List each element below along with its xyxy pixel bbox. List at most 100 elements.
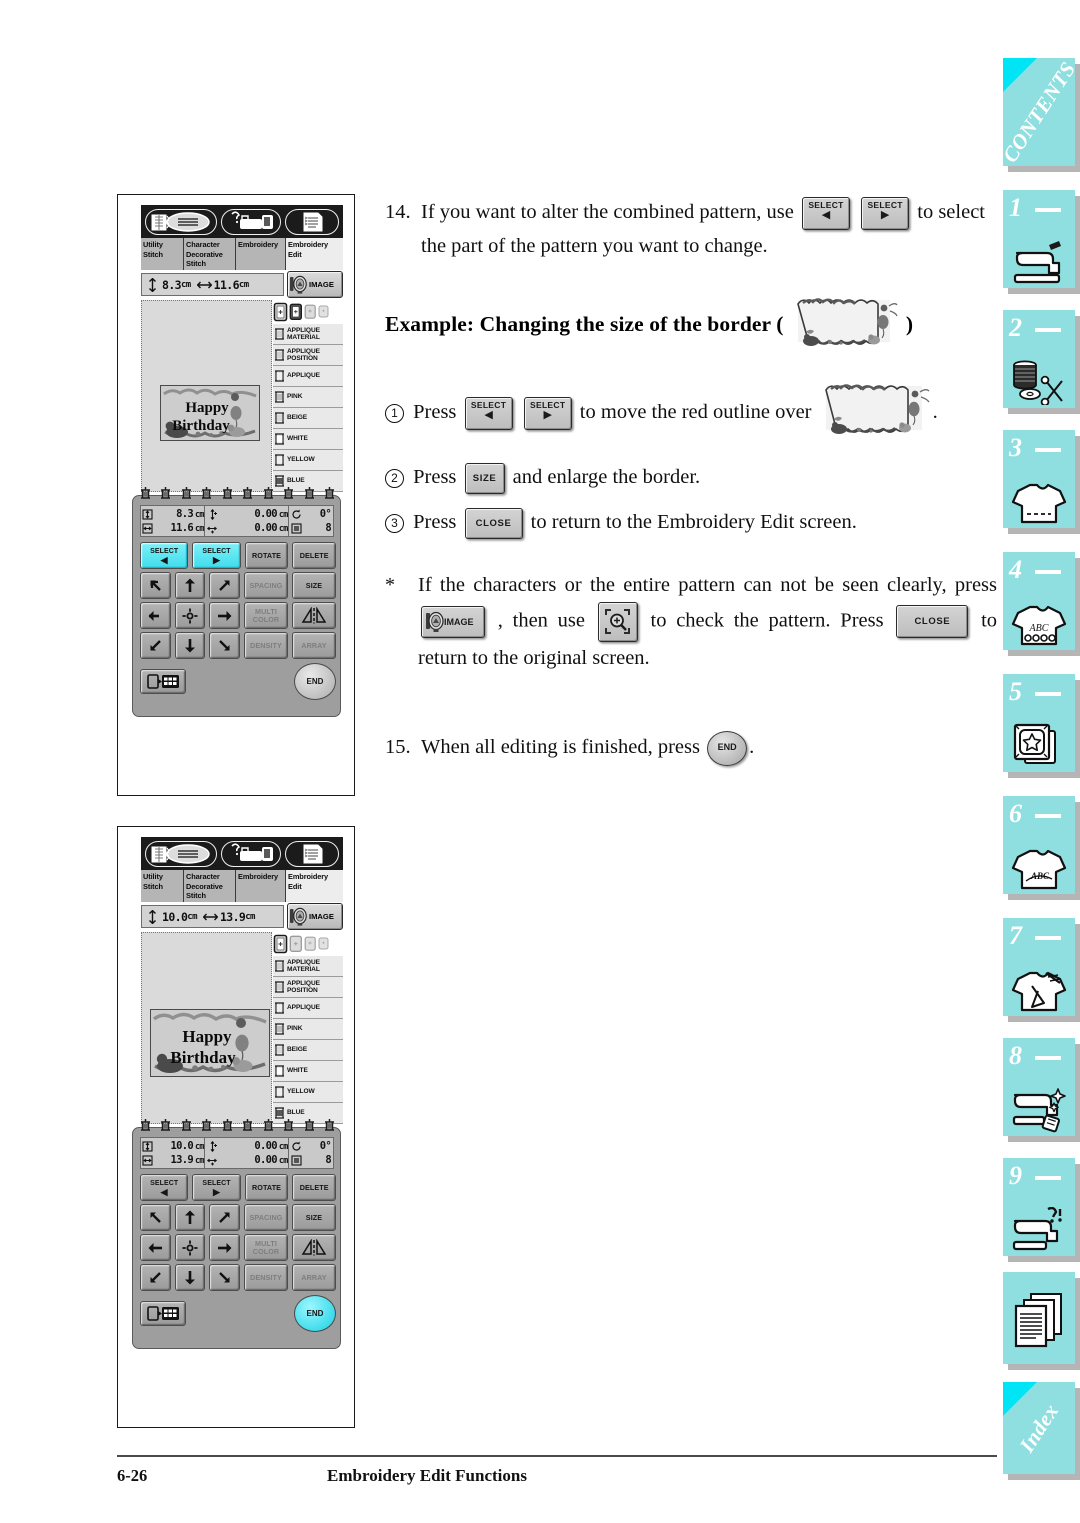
tab-character-decorative-stitch[interactable]: Character Decorative Stitch (184, 870, 236, 902)
panel-size-button[interactable]: SIZE (291, 572, 336, 599)
tab-character-decorative-stitch[interactable]: Character Decorative Stitch (184, 238, 236, 270)
panel-end-button[interactable]: END (294, 1295, 336, 1332)
embroidery-canvas[interactable]: Happy Birthday (141, 300, 272, 492)
panel-move-down-right-button[interactable] (209, 1264, 240, 1291)
tab-utility-stitch[interactable]: Utility Stitch (141, 870, 184, 902)
thread-color-item[interactable]: YELLOW (273, 450, 343, 471)
embroidery-canvas[interactable]: Happy Birthday (141, 932, 272, 1124)
tab-embroidery-edit[interactable]: Embroidery Edit (286, 870, 343, 902)
end-button-inline[interactable]: END (707, 730, 748, 766)
panel-size-button[interactable]: SIZE (291, 1204, 336, 1231)
thread-color-item[interactable]: PINK (273, 1019, 343, 1040)
panel-end-button[interactable]: END (294, 663, 336, 700)
panel-spacing-button[interactable]: SPACING (243, 572, 288, 599)
panel-mirror-button[interactable] (291, 602, 336, 629)
panel-move-up-left-button[interactable] (140, 572, 171, 599)
hoop-size-4-icon[interactable] (318, 937, 330, 951)
panel-select-left-button[interactable]: SELECT ◀ (140, 1174, 189, 1201)
select-left-button-inline[interactable]: SELECT ◀ (802, 196, 850, 230)
sidebar-tab-9[interactable]: 9 (1003, 1158, 1075, 1256)
panel-move-down-right-button[interactable] (209, 632, 240, 659)
lcd-image-button[interactable]: IMAGE (287, 271, 343, 298)
zoom-in-button-inline[interactable] (597, 601, 638, 642)
select-right-button-inline[interactable]: SELECT ▶ (861, 196, 910, 230)
sidebar-tab-5[interactable]: 5 (1003, 674, 1075, 772)
panel-move-left-button[interactable] (140, 1234, 171, 1261)
panel-move-down-button[interactable] (174, 632, 206, 659)
panel-move-right-button[interactable] (209, 602, 240, 629)
panel-select-left-button[interactable]: SELECT ◀ (140, 542, 189, 569)
hoop-size-4-icon[interactable] (318, 305, 330, 319)
panel-array-button[interactable]: ARRAY (291, 632, 336, 659)
settings-list-icon-button[interactable] (285, 840, 339, 867)
pattern-preview-before[interactable]: Happy Birthday (160, 385, 260, 441)
thread-color-item[interactable]: YELLOW (273, 1082, 343, 1103)
sidebar-tab-contents[interactable]: CONTENTS (997, 57, 1080, 166)
panel-center-button[interactable] (174, 1234, 206, 1261)
panel-move-up-right-button[interactable] (209, 1204, 240, 1231)
tab-embroidery[interactable]: Embroidery (236, 870, 286, 902)
thread-color-item[interactable]: BEIGE (273, 1040, 343, 1061)
panel-move-down-button[interactable] (174, 1264, 206, 1291)
close-button-inline-2[interactable]: CLOSE (896, 605, 969, 639)
tab-utility-stitch[interactable]: Utility Stitch (141, 238, 184, 270)
tab-embroidery[interactable]: Embroidery (236, 238, 286, 270)
thread-color-item[interactable]: APPLIQUE MATERIAL (273, 324, 343, 345)
sidebar-tab-4[interactable]: 4 ABC (1003, 552, 1075, 650)
panel-move-down-left-button[interactable] (140, 632, 171, 659)
panel-layout-button[interactable] (140, 669, 186, 694)
panel-move-right-button[interactable] (209, 1234, 240, 1261)
settings-list-icon-button[interactable] (285, 208, 339, 235)
substep-select-right-button[interactable]: SELECT ▶ (523, 396, 572, 430)
panel-move-up-button[interactable] (174, 572, 206, 599)
panel-rotate-button[interactable]: ROTATE (244, 542, 289, 569)
panel-select-right-button[interactable]: SELECT ▶ (192, 542, 241, 569)
panel-move-down-left-button[interactable] (140, 1264, 171, 1291)
tab-embroidery-edit[interactable]: Embroidery Edit (286, 238, 343, 270)
sidebar-tab-appendix[interactable] (1003, 1272, 1075, 1364)
panel-select-right-button[interactable]: SELECT ▶ (192, 1174, 241, 1201)
hoop-size-2-icon[interactable] (289, 303, 303, 321)
machine-help-icon-button[interactable] (221, 208, 281, 235)
panel-density-button[interactable]: DENSITY (243, 1264, 288, 1291)
hoop-size-3-icon[interactable] (304, 936, 317, 952)
panel-array-button[interactable]: ARRAY (291, 1264, 336, 1291)
panel-spacing-button[interactable]: SPACING (243, 1204, 288, 1231)
pattern-preview-after[interactable]: Happy Birthday (150, 1009, 270, 1077)
sidebar-tab-6[interactable]: 6 ABC (1003, 796, 1075, 894)
image-button-inline[interactable]: IMAGE (421, 605, 485, 638)
hoop-size-selector[interactable] (273, 932, 343, 956)
panel-delete-button[interactable]: DELETE (292, 542, 336, 569)
hoop-size-2-icon[interactable] (289, 935, 303, 953)
panel-multi-color-button[interactable]: MULTI COLOR (243, 602, 288, 629)
sidebar-tab-8[interactable]: 8 (1003, 1038, 1075, 1136)
size-button-inline[interactable]: SIZE (464, 462, 505, 494)
hoop-size-3-icon[interactable] (304, 304, 317, 320)
panel-move-up-left-button[interactable] (140, 1204, 171, 1231)
thread-color-item[interactable]: APPLIQUE MATERIAL (273, 956, 343, 977)
thread-color-item[interactable]: WHITE (273, 1061, 343, 1082)
panel-move-up-button[interactable] (174, 1204, 206, 1231)
sidebar-tab-7[interactable]: 7 (1003, 918, 1075, 1016)
panel-center-button[interactable] (174, 602, 206, 629)
machine-help-icon-button[interactable] (221, 840, 281, 867)
thread-color-item[interactable]: APPLIQUE POSITION (273, 977, 343, 998)
sidebar-tab-2[interactable]: 2 (1003, 310, 1075, 408)
panel-rotate-button[interactable]: ROTATE (244, 1174, 289, 1201)
sidebar-tab-3[interactable]: 3 (1003, 430, 1075, 528)
panel-mirror-button[interactable] (291, 1234, 336, 1261)
thread-color-item[interactable]: BEIGE (273, 408, 343, 429)
panel-density-button[interactable]: DENSITY (243, 632, 288, 659)
hoop-size-1-icon[interactable] (273, 934, 288, 954)
close-button-inline[interactable]: CLOSE (464, 507, 523, 539)
lcd-image-button[interactable]: IMAGE (287, 903, 343, 930)
panel-multi-color-button[interactable]: MULTI COLOR (243, 1234, 288, 1261)
thread-color-item[interactable]: APPLIQUE (273, 998, 343, 1019)
sidebar-tab-1[interactable]: 1 (1003, 190, 1075, 288)
thread-color-item[interactable]: WHITE (273, 429, 343, 450)
hoop-size-selector[interactable] (273, 300, 343, 324)
stitch-chart-icon-button[interactable] (145, 840, 217, 867)
thread-color-item[interactable]: APPLIQUE (273, 366, 343, 387)
thread-color-item[interactable]: APPLIQUE POSITION (273, 345, 343, 366)
panel-layout-button[interactable] (140, 1301, 186, 1326)
